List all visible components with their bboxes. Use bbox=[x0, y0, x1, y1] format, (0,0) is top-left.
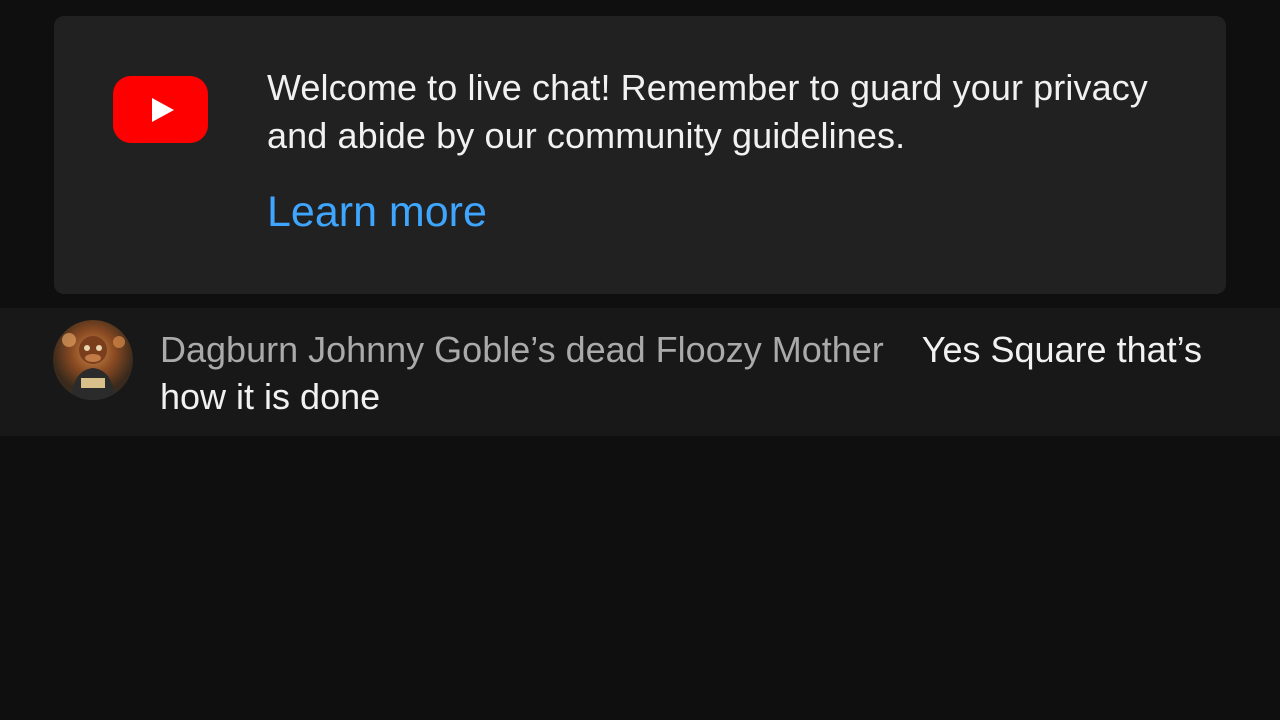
learn-more-link[interactable]: Learn more bbox=[267, 184, 487, 240]
youtube-logo-icon bbox=[113, 76, 208, 143]
message-author[interactable]: Dagburn Johnny Goble’s dead Floozy Mothe… bbox=[160, 329, 884, 370]
live-chat-panel: Welcome to live chat! Remember to guard … bbox=[0, 0, 1280, 720]
user-avatar[interactable] bbox=[53, 320, 133, 400]
chat-message[interactable]: Dagburn Johnny Goble’s dead Floozy Mothe… bbox=[0, 308, 1280, 436]
welcome-banner: Welcome to live chat! Remember to guard … bbox=[54, 16, 1226, 294]
message-content: Dagburn Johnny Goble’s dead Floozy Mothe… bbox=[160, 326, 1220, 420]
play-icon bbox=[152, 98, 174, 122]
welcome-message: Welcome to live chat! Remember to guard … bbox=[267, 67, 1148, 156]
